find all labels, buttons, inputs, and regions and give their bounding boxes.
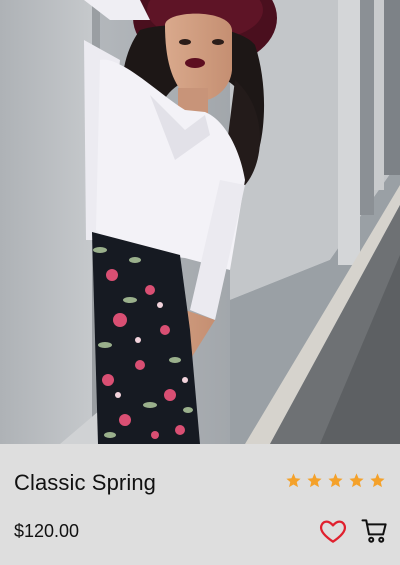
product-price: $120.00	[14, 521, 80, 541]
rating-stars	[285, 472, 386, 489]
star-icon	[370, 473, 385, 488]
product-card[interactable]: Classic Spring $120.00	[0, 0, 400, 565]
product-info-panel: Classic Spring $120.00	[0, 444, 400, 565]
heart-outline-icon	[320, 520, 346, 543]
star-icon	[307, 473, 322, 488]
product-illustration	[0, 0, 400, 444]
star-icon	[349, 473, 364, 488]
star-icon	[286, 473, 301, 488]
shopping-cart-icon	[361, 519, 387, 543]
star-icon	[328, 473, 343, 488]
product-title[interactable]: Classic Spring	[14, 470, 156, 496]
product-photo[interactable]	[0, 0, 400, 444]
add-to-cart-button[interactable]	[360, 516, 390, 546]
favorite-button[interactable]	[318, 516, 348, 546]
